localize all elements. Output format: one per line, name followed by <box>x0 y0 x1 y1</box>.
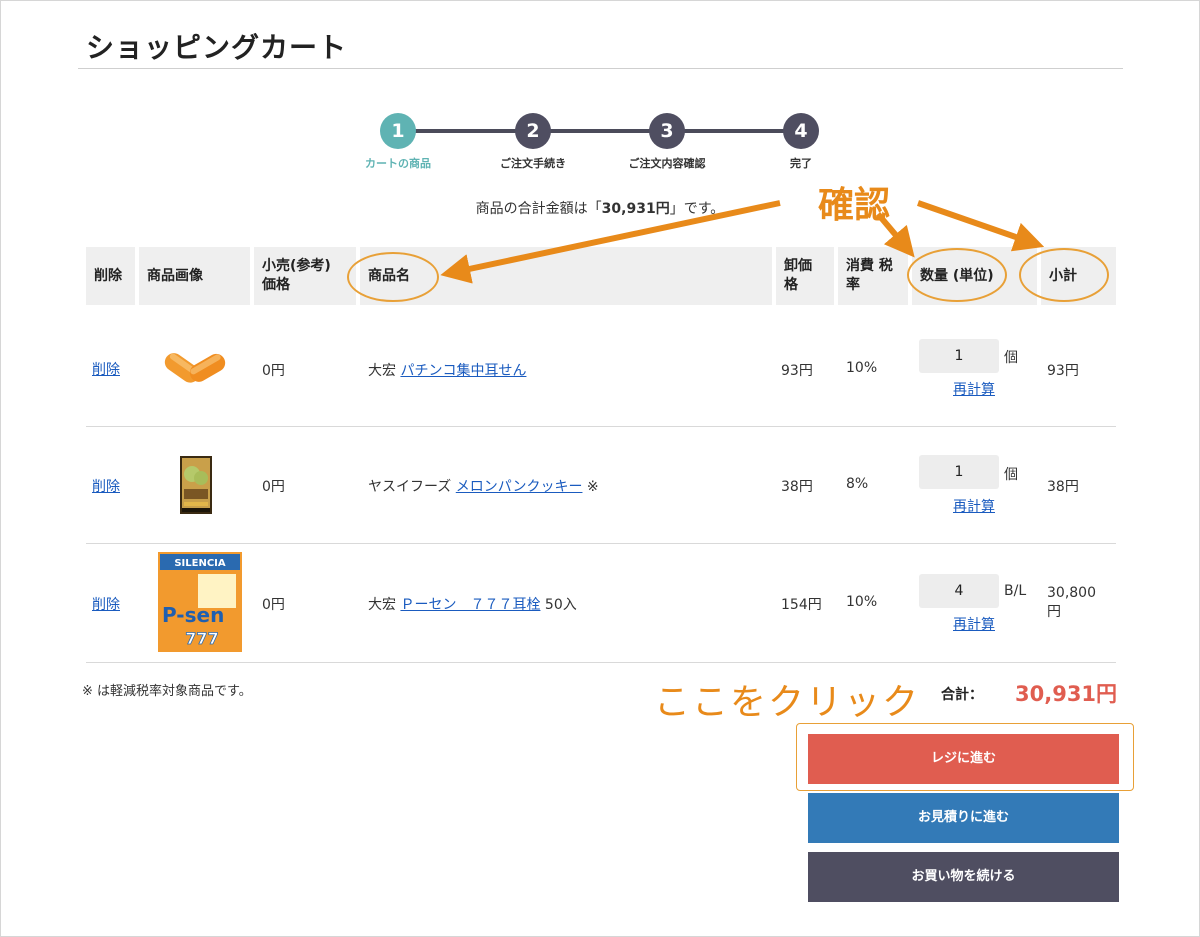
header-tax-line2: 率 <box>846 277 860 293</box>
header-tax-line1: 消費 税 <box>846 258 893 274</box>
recalculate-link[interactable]: 再計算 <box>953 496 995 516</box>
stepper-line <box>398 129 801 133</box>
p-sen-777-earplug-package-image[interactable]: SILENCIA P-sen 777 <box>158 552 242 652</box>
annotation-confirm: 確認 <box>818 185 891 226</box>
retail-price: 0円 <box>262 479 285 495</box>
reduced-tax-footnote: ※ は軽減税率対象商品です。 <box>82 684 252 699</box>
reduced-tax-mark: ※ <box>586 479 599 495</box>
header-delete: 削除 <box>86 247 135 305</box>
product-cell: ヤスイフーズ メロンパンクッキー ※ <box>368 476 599 496</box>
delete-link[interactable]: 削除 <box>92 359 120 379</box>
package-brand-text: SILENCIA <box>174 558 226 569</box>
subtotal: 30,800 円 <box>1047 584 1096 622</box>
step-4-circle: 4 <box>783 113 819 149</box>
page-title: ショッピングカート <box>86 31 348 64</box>
product-maker: 大宏 <box>368 363 396 379</box>
subtotal: 38円 <box>1047 479 1079 495</box>
product-pack-size: 50入 <box>544 597 577 613</box>
product-cell: 大宏 Ｐーセン ７７７耳栓 50入 <box>368 594 577 614</box>
wholesale-price: 93円 <box>781 363 813 379</box>
title-divider <box>78 68 1123 69</box>
quantity-unit: 個 <box>1004 350 1018 366</box>
header-wholesale-line1: 卸価 <box>784 258 812 274</box>
step-1-circle: 1 <box>380 113 416 149</box>
quantity-unit: B/L <box>1004 583 1027 599</box>
header-product-name: 商品名 <box>360 247 772 305</box>
product-name-link[interactable]: パチンコ集中耳せん <box>400 363 526 379</box>
header-retail-line1: 小売(参考) <box>262 258 331 274</box>
delete-link[interactable]: 削除 <box>92 476 120 496</box>
melon-pan-cookie-package-image[interactable] <box>180 456 212 514</box>
product-maker: ヤスイフーズ <box>368 479 452 495</box>
delete-link[interactable]: 削除 <box>92 594 120 614</box>
wholesale-price: 38円 <box>781 479 813 495</box>
orange-earplugs-image[interactable] <box>155 337 231 397</box>
header-retail-line2: 価格 <box>262 277 290 293</box>
quantity-unit: 個 <box>1004 467 1018 483</box>
quantity-input[interactable]: 4 <box>919 574 999 608</box>
row-divider <box>86 543 1116 544</box>
tax-rate: 8% <box>846 476 869 492</box>
quote-button[interactable]: お見積りに進む <box>808 793 1119 843</box>
header-retail-price: 小売(参考) 価格 <box>254 247 356 305</box>
quantity-input[interactable]: 1 <box>919 339 999 373</box>
header-subtotal: 小計 <box>1041 247 1116 305</box>
row-divider <box>86 662 1116 663</box>
step-3-label: ご注文内容確認 <box>628 157 706 170</box>
total-label: 合計： <box>941 687 983 703</box>
header-tax-rate: 消費 税率 <box>838 247 908 305</box>
total-message-prefix: 商品の合計金額は「 <box>475 201 602 217</box>
annotation-click-here: ここをクリック <box>654 682 921 723</box>
retail-price: 0円 <box>262 363 285 379</box>
step-2-label: ご注文手続き <box>500 157 566 170</box>
retail-price: 0円 <box>262 597 285 613</box>
subtotal-line2: 円 <box>1047 604 1061 620</box>
total-value: 30,931円 <box>1015 682 1118 706</box>
subtotal-line1: 30,800 <box>1047 585 1096 601</box>
step-3-circle: 3 <box>649 113 685 149</box>
product-name-link[interactable]: Ｐーセン ７７７耳栓 <box>400 597 540 613</box>
subtotal: 93円 <box>1047 363 1079 379</box>
header-wholesale-line2: 格 <box>784 277 798 293</box>
row-divider <box>86 426 1116 427</box>
header-quantity: 数量 (単位) <box>912 247 1037 305</box>
tax-rate: 10% <box>846 360 878 376</box>
product-maker: 大宏 <box>368 597 396 613</box>
checkout-button[interactable]: レジに進む <box>808 734 1119 784</box>
recalculate-link[interactable]: 再計算 <box>953 379 995 399</box>
tax-rate: 10% <box>846 594 878 610</box>
header-image: 商品画像 <box>139 247 250 305</box>
step-4-label: 完了 <box>790 157 812 170</box>
step-2-circle: 2 <box>515 113 551 149</box>
recalculate-link[interactable]: 再計算 <box>953 614 995 634</box>
quantity-input[interactable]: 1 <box>919 455 999 489</box>
step-1-label: カートの商品 <box>365 157 431 170</box>
total-message-suffix: 」です。 <box>669 201 725 217</box>
package-number-text: 777 <box>185 629 218 648</box>
cart-total-message: 商品の合計金額は「30,931円」です。 <box>0 198 1200 218</box>
total-message-amount: 30,931円 <box>601 201 670 217</box>
product-name-link[interactable]: メロンパンクッキー <box>456 479 583 495</box>
header-wholesale-price: 卸価格 <box>776 247 834 305</box>
package-title-text: P-sen <box>162 603 224 627</box>
product-cell: 大宏 パチンコ集中耳せん <box>368 360 526 380</box>
continue-shopping-button[interactable]: お買い物を続ける <box>808 852 1119 902</box>
wholesale-price: 154円 <box>781 597 822 613</box>
